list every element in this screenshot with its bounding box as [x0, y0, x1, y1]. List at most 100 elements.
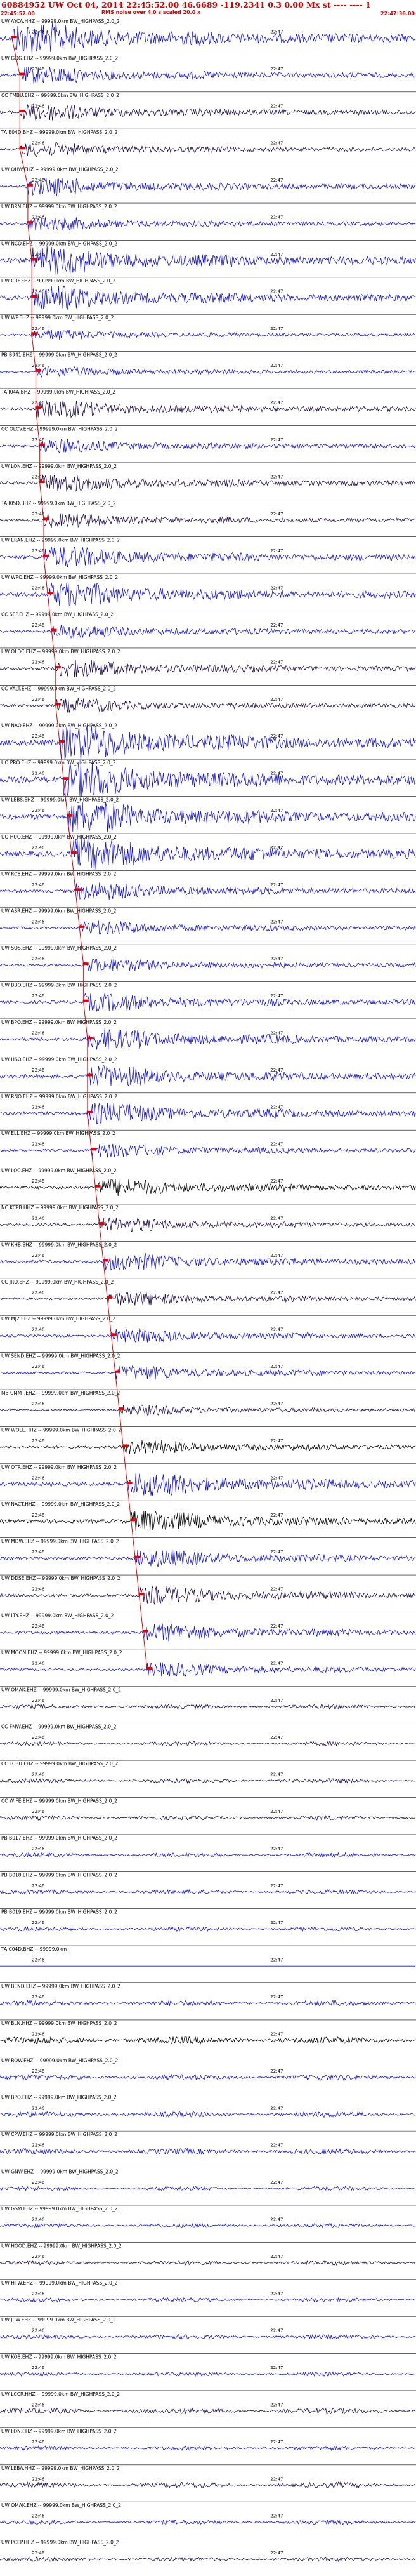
tick-label: 22:47 [270, 2440, 283, 2445]
waveform-trace [0, 67, 416, 84]
trace-label: UW OMAK.EHZ -- 99999.0km BW_HIGHPASS_2.0… [1, 2502, 121, 2508]
trace-label: UW LEBA.HHZ -- 99999.0km BW_HIGHPASS_2.0… [1, 2466, 120, 2471]
tick-label: 22:46 [32, 1958, 45, 1963]
trace-label: UW BPO.EHZ -- 99999.0km BW_HIGHPASS_2.0_… [1, 2095, 117, 2101]
trace-label: CC TCBU.EHZ -- 99999.0km BW_HIGHPASS_2.0… [1, 1761, 118, 1767]
tick-label: 22:47 [270, 697, 283, 702]
trace-row: UO HUO.EHZ -- 99999.0km BW_HIGHPASS_2.0_… [0, 833, 416, 870]
trace-label: UW SEND.EHZ -- 99999.0km BW_HIGHPASS_2.0… [1, 1353, 120, 1359]
start-time: 22:45:52.00 [1, 11, 35, 17]
tick-label: 22:46 [32, 1030, 45, 1035]
trace-label: UW MJ2.EHZ -- 99999.0km BW_HIGHPASS_2.0_… [1, 1316, 115, 1322]
tick-label: 22:47 [270, 1846, 283, 1851]
tick-label: 22:47 [270, 1068, 283, 1073]
trace-row: UW LON.EHZ -- 99999.0km BW_HIGHPASS_2.0_… [0, 2427, 416, 2452]
trace-row: UW BBO.EHZ -- 99999.0km BW_HIGHPASS_2.0_… [0, 981, 416, 1012]
tick-label: 22:47 [270, 1920, 283, 1925]
trace-row: UW BPO.EHZ -- 99999.0km BW_HIGHPASS_2.0_… [0, 1018, 416, 1050]
tick-label: 22:46 [32, 734, 45, 739]
tick-label: 22:46 [32, 623, 45, 628]
trace-row: UW HTW.EHZ -- 99999.0km BW_HIGHPASS_2.0_… [0, 2279, 416, 2303]
tick-label: 22:47 [270, 1698, 283, 1703]
tick-label: 22:46 [32, 1661, 45, 1666]
trace-label: UW LCCR.HHZ -- 99999.0km BW_HIGHPASS_2.0… [1, 2391, 120, 2397]
trace-row: UW KHB.EHZ -- 99999.0km BW_HIGHPASS_2.0_… [0, 1241, 416, 1271]
tick-label: 22:47 [270, 623, 283, 628]
tick-label: 22:47 [270, 2291, 283, 2296]
tick-label: 22:46 [32, 326, 45, 331]
tick-label: 22:46 [32, 363, 45, 368]
trace-label: UW AYCA.HHZ -- 99999.0km BW_HIGHPASS_2.0… [1, 18, 120, 24]
waveform-trace [0, 993, 416, 1012]
tick-label: 22:47 [270, 1216, 283, 1221]
waveform-trace [0, 1179, 416, 1197]
end-time: 22:47:36.00 [380, 11, 415, 17]
trace-label: UW LON.EHZ -- 99999.0km BW_HIGHPASS_2.0_… [1, 463, 117, 469]
waveform-trace [0, 1852, 416, 1859]
trace-label: TA E04D.BHZ -- 99999.0km BW_HIGHPASS_2.0… [1, 129, 118, 135]
trace-row: UW LOC.EHZ -- 99999.0km BW_HIGHPASS_2.0_… [0, 1167, 416, 1197]
waveform-trace [0, 1510, 416, 1531]
waveform-trace [0, 1999, 416, 2007]
tick-label: 22:46 [32, 548, 45, 554]
tick-label: 22:47 [270, 103, 283, 109]
tick-label: 22:46 [32, 474, 45, 479]
trace-row: UW GSM.EHZ -- 99999.0km BW_HIGHPASS_2.0_… [0, 2205, 416, 2229]
waveform-trace [0, 2036, 416, 2045]
trace-row: UW LEBS.EHZ -- 99999.0km BW_HIGHPASS_2.0… [0, 796, 416, 832]
tick-label: 22:47 [270, 178, 283, 183]
tick-label: 22:46 [32, 437, 45, 442]
waveform-trace [0, 1814, 416, 1821]
tick-label: 22:47 [270, 808, 283, 813]
tick-label: 22:46 [32, 586, 45, 591]
tick-label: 22:47 [270, 1624, 283, 1629]
tick-label: 22:47 [270, 957, 283, 962]
waveform-trace [0, 1550, 416, 1567]
tick-label: 22:47 [270, 2476, 283, 2481]
trace-row: UW BLN.HHZ -- 99999.0km BW_HIGHPASS_2.0_… [0, 2019, 416, 2045]
waveform-trace [0, 366, 416, 378]
waveform-trace [0, 1327, 416, 1343]
trace-row: UW RCS.EHZ -- 99999.0km BW_HIGHPASS_2.0_… [0, 870, 416, 900]
trace-label: UW HTW.EHZ -- 99999.0km BW_HIGHPASS_2.0_… [1, 2280, 118, 2286]
trace-label: PB B017.EHZ -- 99999.0km BW_HIGHPASS_2.0… [1, 1835, 117, 1841]
waveform-trace [0, 1741, 416, 1747]
trace-row: UW LTY.EHZ -- 99999.0km BW_HIGHPASS_2.0_… [0, 1612, 416, 1642]
tick-label: 22:47 [270, 2403, 283, 2408]
record-section-plot: UW AYCA.HHZ -- 99999.0km BW_HIGHPASS_2.0… [0, 18, 416, 2563]
trace-row: UW MDW.EHZ -- 99999.0km BW_HIGHPASS_2.0_… [0, 1537, 416, 1567]
tick-label: 22:47 [270, 919, 283, 924]
waveform-trace [0, 802, 416, 832]
waveform-trace [0, 23, 416, 54]
tick-label: 22:46 [32, 993, 45, 999]
tick-label: 22:46 [32, 1438, 45, 1444]
tick-label: 22:46 [32, 1846, 45, 1851]
waveform-trace [0, 882, 416, 900]
trace-label: UW LON.EHZ -- 99999.0km BW_HIGHPASS_2.0_… [1, 2428, 117, 2434]
tick-label: 22:46 [32, 1809, 45, 1814]
waveform-trace [0, 583, 416, 607]
trace-label: UW WP.EHZ -- 99999.0km BW_HIGHPASS_2.0_2 [1, 315, 114, 321]
trace-label: UW NACT.HHZ -- 99999.0km BW_HIGHPASS_2.0… [1, 1501, 120, 1507]
trace-label: PB B018.EHZ -- 99999.0km BW_HIGHPASS_2.0… [1, 1872, 117, 1878]
tick-label: 22:46 [32, 957, 45, 962]
trace-label: UW ERAN.EHZ -- 99999.0km BW_HIGHPASS_2.0… [1, 538, 120, 543]
trace-row: UW WOLL.HHZ -- 99999.0km BW_HIGHPASS_2.0… [0, 1426, 416, 1454]
tick-label: 22:47 [270, 1513, 283, 1518]
trace-row: UW ERAN.EHZ -- 99999.0km BW_HIGHPASS_2.0… [0, 536, 416, 567]
waveform-trace [0, 2556, 416, 2563]
trace-row: TA I05D.BHZ -- 99999.0km BW_HIGHPASS_2.0… [0, 499, 416, 528]
waveform-trace [0, 1253, 416, 1271]
trace-row: UW JCW.EHZ -- 99999.0km BW_HIGHPASS_2.0_… [0, 2316, 416, 2340]
tick-label: 22:46 [32, 808, 45, 813]
phase-pick-marker [11, 36, 17, 39]
trace-label: TA C04D.BHZ -- 99999.0km [1, 1946, 67, 1952]
waveform-trace [0, 2370, 416, 2377]
tick-label: 22:46 [32, 1402, 45, 1407]
trace-row: CC OLCV.EHZ -- 99999.0km BW_HIGHPASS_2.0… [0, 425, 416, 454]
tick-label: 22:46 [32, 178, 45, 183]
waveform-trace [0, 2186, 416, 2191]
tick-label: 22:46 [32, 1624, 45, 1629]
trace-label: UW BEND.EHZ -- 99999.0km BW_HIGHPASS_2.0… [1, 1984, 120, 1989]
tick-label: 22:47 [270, 437, 283, 442]
